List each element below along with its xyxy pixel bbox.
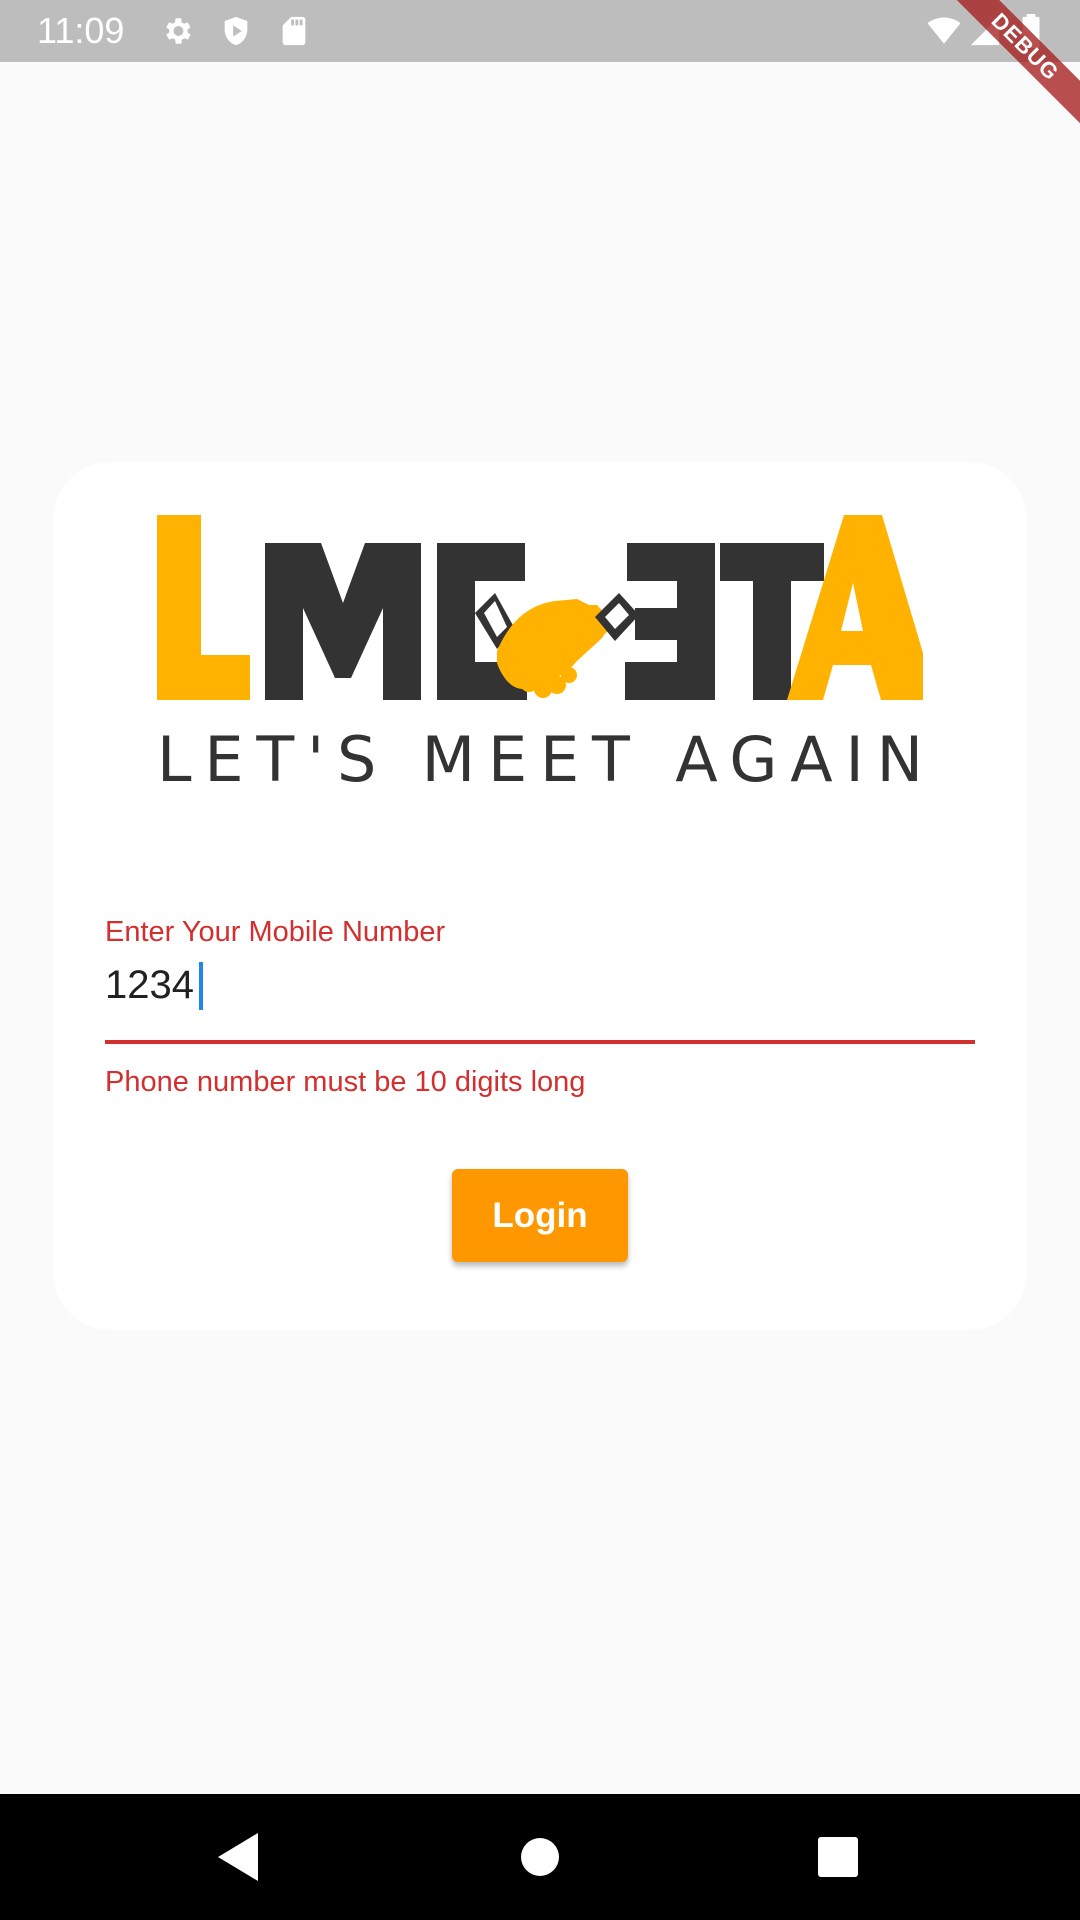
mobile-number-label: Enter Your Mobile Number — [105, 916, 446, 948]
home-icon[interactable] — [510, 1827, 570, 1887]
app-logo: LET'S MEET AGAIN — [157, 513, 923, 785]
logo-tagline: LET'S MEET AGAIN — [157, 723, 923, 785]
status-time: 11:09 — [37, 10, 125, 51]
shield-play-icon — [219, 14, 253, 48]
status-bar: 11:09 — [0, 0, 1080, 62]
mobile-number-underline — [105, 1040, 975, 1044]
recents-icon[interactable] — [808, 1827, 868, 1887]
mobile-number-error: Phone number must be 10 digits long — [105, 1066, 586, 1098]
settings-icon — [160, 14, 194, 48]
text-cursor — [199, 962, 203, 1010]
system-nav-bar — [0, 1794, 1080, 1920]
back-icon[interactable] — [208, 1827, 268, 1887]
sd-card-icon — [277, 14, 311, 48]
wifi-icon — [924, 14, 964, 48]
mobile-number-input[interactable] — [105, 955, 975, 1015]
login-button[interactable]: Login — [452, 1169, 628, 1262]
